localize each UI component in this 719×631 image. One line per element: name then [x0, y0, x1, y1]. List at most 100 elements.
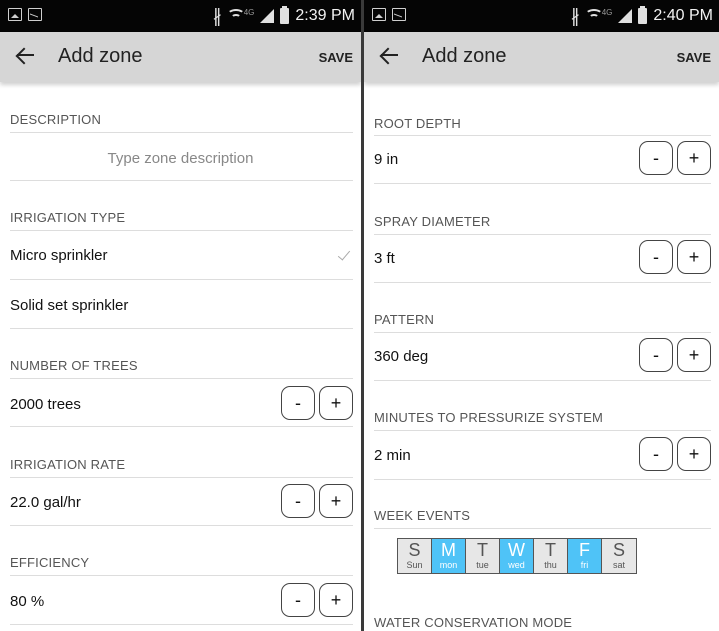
wifi-icon	[584, 9, 603, 23]
day-toggle-sun[interactable]: S Sun	[398, 539, 432, 573]
irrigation-type-label: IRRIGATION TYPE	[10, 210, 126, 225]
back-arrow-icon[interactable]	[378, 43, 402, 67]
pattern-stepper: - +	[639, 338, 711, 372]
root-depth-label: ROOT DEPTH	[374, 116, 461, 131]
description-label: DESCRIPTION	[10, 112, 102, 127]
divider	[10, 378, 353, 379]
divider	[10, 132, 353, 133]
increment-button[interactable]: +	[677, 240, 711, 274]
divider	[374, 479, 711, 480]
efficiency-value: 80 %	[10, 593, 45, 610]
increment-button[interactable]: +	[319, 583, 353, 617]
irrigation-rate-label: IRRIGATION RATE	[10, 457, 126, 472]
description-input[interactable]: Type zone description	[0, 150, 361, 167]
day-short-name: Sun	[406, 560, 423, 570]
pattern-label: PATTERN	[374, 312, 435, 327]
divider	[10, 180, 353, 181]
irrigation-option-micro-sprinkler[interactable]: Micro sprinkler	[10, 247, 108, 264]
increment-button[interactable]: +	[677, 437, 711, 471]
number-of-trees-stepper: - +	[281, 386, 353, 420]
signal-icon	[260, 9, 275, 23]
divider	[10, 230, 353, 231]
spray-diameter-label: SPRAY DIAMETER	[374, 214, 491, 229]
divider	[10, 328, 353, 329]
network-type: 4G	[243, 7, 255, 17]
save-button[interactable]: SAVE	[677, 50, 711, 65]
day-short-name: wed	[508, 560, 525, 570]
week-day-selector: S Sun Mmon Ttue Wwed Tthu Ffri Ssat	[397, 538, 637, 574]
status-time: 2:40 PM	[653, 7, 713, 24]
decrement-button[interactable]: -	[281, 484, 315, 518]
day-letter: W	[508, 540, 525, 560]
divider	[10, 575, 353, 576]
increment-button[interactable]: +	[319, 386, 353, 420]
minutes-to-pressurize-label: MINUTES TO PRESSURIZE SYSTEM	[374, 410, 604, 425]
pattern-value: 360 deg	[374, 348, 429, 365]
irrigation-rate-value: 22.0 gal/hr	[10, 494, 81, 511]
day-short-name: tue	[476, 560, 489, 570]
day-toggle-thu[interactable]: Tthu	[534, 539, 568, 573]
increment-button[interactable]: +	[677, 338, 711, 372]
number-of-trees-value: 2000 trees	[10, 396, 81, 413]
day-letter: M	[441, 540, 456, 560]
save-button[interactable]: SAVE	[319, 50, 353, 65]
root-depth-stepper: - +	[639, 141, 711, 175]
root-depth-value: 9 in	[374, 151, 399, 168]
day-toggle-tue[interactable]: Ttue	[466, 539, 500, 573]
water-conservation-label: WATER CONSERVATION MODE	[374, 615, 573, 630]
divider	[374, 282, 711, 283]
mail-notification-icon	[392, 8, 406, 21]
network-type: 4G	[601, 7, 613, 17]
status-time: 2:39 PM	[295, 7, 355, 24]
spray-diameter-value: 3 ft	[374, 250, 395, 267]
day-letter: S	[612, 540, 625, 560]
day-toggle-sat[interactable]: Ssat	[602, 539, 636, 573]
spray-diameter-stepper: - +	[639, 240, 711, 274]
check-icon	[337, 247, 351, 261]
irrigation-option-solid-set-sprinkler[interactable]: Solid set sprinkler	[10, 297, 128, 314]
week-events-label: WEEK EVENTS	[374, 508, 471, 523]
divider	[374, 380, 711, 381]
day-letter: S	[408, 540, 421, 560]
decrement-button[interactable]: -	[281, 583, 315, 617]
decrement-button[interactable]: -	[639, 141, 673, 175]
decrement-button[interactable]: -	[639, 240, 673, 274]
gallery-notification-icon	[8, 8, 22, 21]
number-of-trees-label: NUMBER OF TREES	[10, 358, 138, 373]
divider	[374, 183, 711, 184]
day-short-name: thu	[544, 560, 557, 570]
day-letter: T	[477, 540, 488, 560]
divider	[374, 528, 711, 529]
page-title: Add zone	[422, 45, 507, 67]
page-title: Add zone	[58, 45, 143, 67]
day-short-name: mon	[439, 560, 458, 570]
right-screen: ∦ 4G 2:40 PM Add zone SAVE ROOT DEPTH 9 …	[364, 0, 719, 631]
divider	[10, 426, 353, 427]
app-toolbar: Add zone SAVE	[364, 32, 719, 82]
day-toggle-wed[interactable]: Wwed	[500, 539, 534, 573]
decrement-button[interactable]: -	[281, 386, 315, 420]
back-arrow-icon[interactable]	[14, 43, 38, 67]
gallery-notification-icon	[372, 8, 386, 21]
divider	[10, 624, 353, 625]
mail-notification-icon	[28, 8, 42, 21]
day-toggle-fri[interactable]: Ffri	[568, 539, 602, 573]
divider	[374, 135, 711, 136]
status-bar: ∦ 4G 2:39 PM	[0, 0, 361, 32]
day-toggle-mon[interactable]: Mmon	[432, 539, 466, 573]
divider	[374, 234, 711, 235]
day-short-name: fri	[580, 560, 589, 570]
day-letter: F	[579, 540, 590, 560]
decrement-button[interactable]: -	[639, 437, 673, 471]
irrigation-rate-stepper: - +	[281, 484, 353, 518]
efficiency-stepper: - +	[281, 583, 353, 617]
minutes-to-pressurize-stepper: - +	[639, 437, 711, 471]
increment-button[interactable]: +	[677, 141, 711, 175]
increment-button[interactable]: +	[319, 484, 353, 518]
wifi-icon	[226, 9, 245, 23]
decrement-button[interactable]: -	[639, 338, 673, 372]
signal-icon	[618, 9, 633, 23]
status-bar: ∦ 4G 2:40 PM	[364, 0, 719, 32]
left-screen: ∦ 4G 2:39 PM Add zone SAVE DESCRIPTION T…	[0, 0, 361, 631]
battery-icon	[280, 6, 290, 24]
